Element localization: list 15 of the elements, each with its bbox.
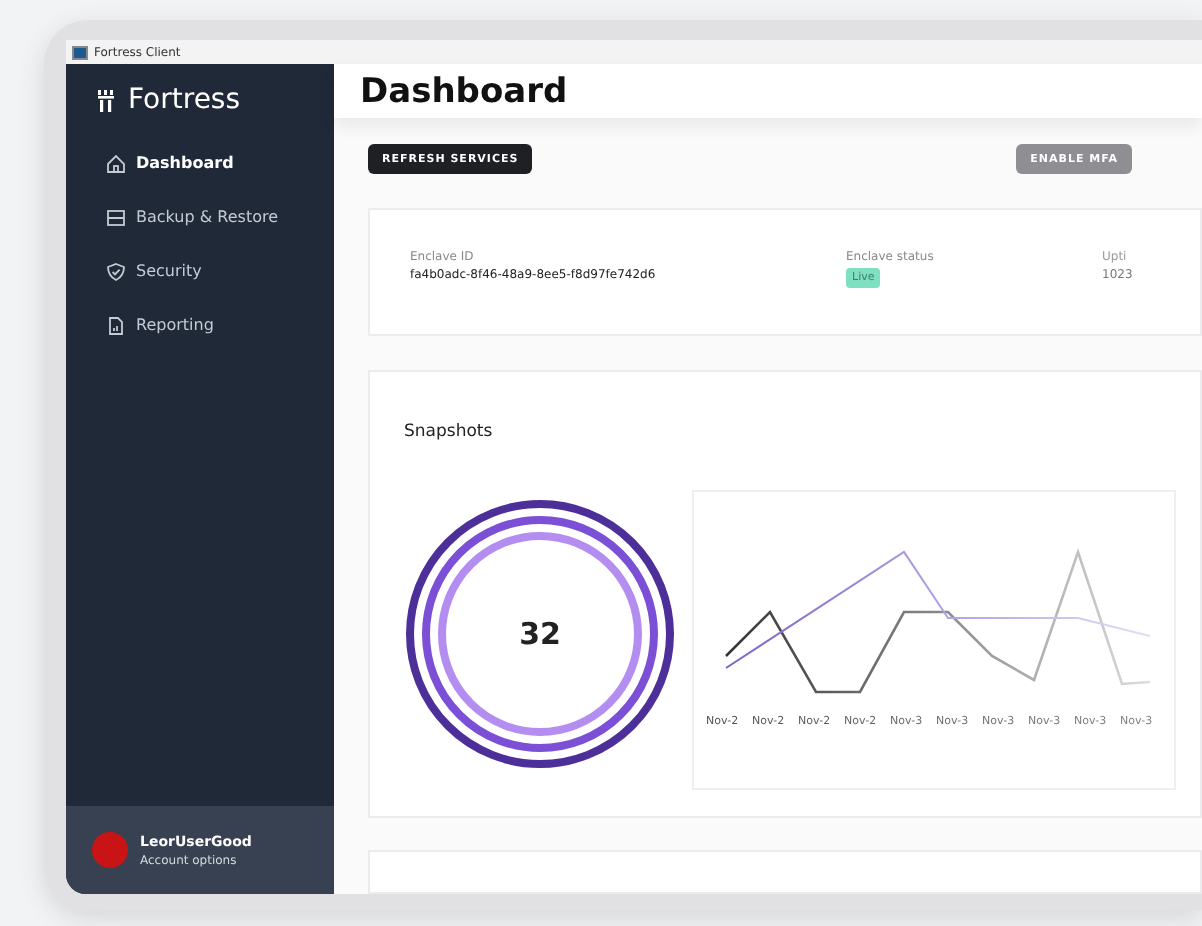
logo-icon <box>98 89 118 111</box>
sidebar-item[interactable]: Backup & Restore <box>106 202 334 232</box>
avatar[interactable] <box>92 832 128 868</box>
brand-name: Fortress <box>128 84 241 116</box>
sidebar-item[interactable]: Security <box>106 256 334 286</box>
page-title: Dashboard <box>360 71 568 111</box>
sidebar-item[interactable]: Reporting <box>106 310 334 340</box>
app-icon <box>72 45 88 59</box>
storage-icon <box>106 207 126 227</box>
snapshot-count: 32 <box>519 616 561 652</box>
home-icon <box>106 153 126 173</box>
document-icon <box>106 315 126 335</box>
sidebar-item[interactable]: Dashboard <box>106 148 334 178</box>
shield-check-icon <box>106 261 126 281</box>
card-title: Snapshots <box>404 422 493 442</box>
